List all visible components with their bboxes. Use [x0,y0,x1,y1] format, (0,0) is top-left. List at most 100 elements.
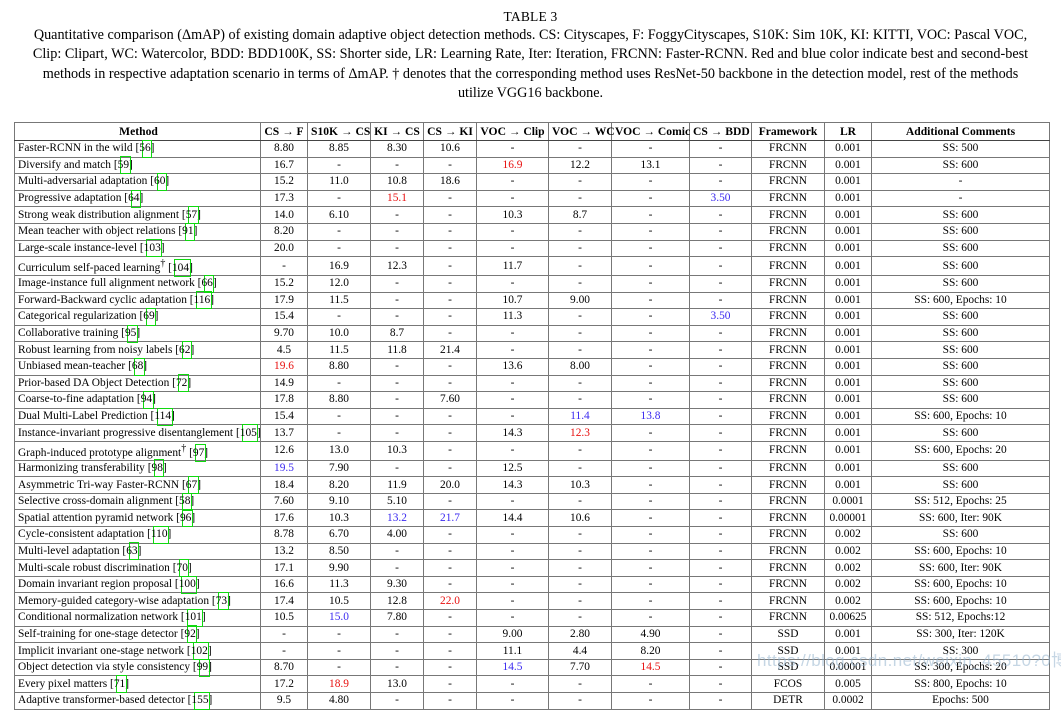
score-cell: 17.8 [260,391,308,409]
column-header-cs-bdd: CS → BDD [689,122,752,141]
score-cell: - [611,542,690,561]
score-cell: - [689,609,752,627]
learning-rate-cell: 0.002 [824,559,872,577]
score-cell: - [476,274,549,293]
table-row: Implicit invariant one-stage network [10… [14,642,1050,661]
citation-reference: 102 [191,642,210,661]
citation-reference: 98 [152,459,165,478]
score-cell: - [548,341,612,359]
score-cell: - [689,658,752,677]
score-cell: - [307,156,371,175]
table-row: Mean teacher with object relations [91] 8… [14,222,1050,241]
framework-cell: FRCNN [751,274,825,293]
citation-number: 73 [215,594,228,607]
table-row: Adaptive transformer-based detector [155… [14,691,1050,710]
score-cell: - [476,341,549,359]
citation-number: 70 [176,561,188,574]
citation-number: 100 [178,578,196,591]
table-row: Multi-adversarial adaptation [60] 15.2 11.… [14,172,1050,191]
method-label: Strong weak distribution alignment [18,208,180,221]
method-label: Categorical regularization [18,310,137,323]
score-cell: - [423,357,477,376]
score-cell: 22.0 [423,592,477,611]
method-name-cell: Prior-based DA Object Detection [72] [14,374,261,393]
citation-number: 155 [191,694,209,707]
learning-rate-cell: 0.00001 [824,658,872,677]
score-cell: - [476,692,549,710]
score-cell: 17.9 [260,291,308,310]
score-cell: 13.7 [260,424,308,442]
additional-comments-cell: SS: 600 [871,391,1050,409]
learning-rate-cell: 0.002 [824,526,872,544]
score-cell: - [423,324,477,343]
framework-cell: SSD [751,642,825,660]
score-cell: 17.4 [260,592,308,611]
score-cell: - [423,156,477,175]
score-cell: - [611,476,690,494]
method-label: Graph-induced prototype alignment [18,446,182,459]
score-cell: 11.5 [307,291,371,310]
table-row: Cycle-consistent adaptation [110] 8.78 6.7… [14,525,1050,544]
score-cell: 10.3 [370,440,424,461]
score-cell: 20.0 [423,476,477,494]
method-label: Collaborative training [18,327,119,340]
table-row: Memory-guided category-wise adaptation [… [14,592,1050,611]
learning-rate-cell: 0.001 [824,374,872,393]
citation-reference: 95 [125,324,138,343]
score-cell: - [476,324,549,343]
score-cell: 8.20 [307,476,371,494]
citation-number: 56 [139,142,151,155]
citation-reference: 70 [176,559,190,578]
additional-comments-cell: SS: 800, Epochs: 10 [871,675,1050,693]
method-label: Diversify and match [18,158,111,171]
score-cell: - [548,492,612,511]
score-cell: - [611,308,690,326]
learning-rate-cell: 0.001 [824,642,872,660]
additional-comments-cell: SS: 600, Epochs: 20 [871,440,1050,461]
column-header-s10k-cs: S10K → CS [307,122,371,141]
citation-number: 67 [185,478,198,491]
score-cell: - [689,509,752,528]
framework-cell: FRCNN [751,559,825,577]
additional-comments-cell: SS: 600 [871,256,1050,276]
learning-rate-cell: 0.001 [824,206,872,224]
score-cell: 10.7 [476,291,549,310]
citation-number: 58 [179,495,191,508]
method-label: Curriculum self-paced learning [18,261,161,274]
method-name-cell: Selective cross-domain alignment [58] [14,492,261,511]
additional-comments-cell: SS: 600 [871,222,1050,241]
learning-rate-cell: 0.001 [824,140,872,158]
score-cell: 13.0 [307,440,371,461]
table-caption-text: Quantitative comparison (ΔmAP) of existi… [32,27,1029,102]
table-row: Harmonizing transferability [98] 19.5 7.90… [14,459,1050,478]
table-row: Asymmetric Tri-way Faster-RCNN [67] 18.4 8… [14,476,1050,495]
score-cell: - [611,440,690,461]
table-row: Strong weak distribution alignment [57] 1… [14,206,1050,225]
score-cell: - [423,542,477,561]
framework-cell: FRCNN [751,324,825,343]
citation-reference: 57 [186,206,199,225]
score-cell: - [689,575,752,594]
framework-cell: FRCNN [751,509,825,528]
score-cell: 18.4 [260,476,308,494]
score-cell: 18.6 [423,173,477,191]
score-cell: - [423,575,477,594]
additional-comments-cell: Epochs: 500 [871,692,1050,710]
citation-reference: 72 [176,374,189,393]
method-name-cell: Multi-scale robust discrimination [70] [14,559,261,578]
score-cell: - [689,206,752,224]
framework-cell: DETR [751,692,825,710]
score-cell: 8.78 [260,526,308,544]
score-cell: 11.5 [307,341,371,359]
score-cell: 9.00 [476,625,549,644]
method-label: Object detection via style consistency [18,661,191,674]
citation-number: 59 [117,158,130,171]
score-cell: - [370,459,424,478]
score-cell: - [689,173,752,191]
score-cell: - [476,575,549,594]
score-cell: 13.1 [611,156,690,175]
score-cell: - [689,559,752,577]
score-cell: 10.0 [307,324,371,343]
score-cell: - [689,692,752,710]
additional-comments-cell: SS: 600 [871,206,1050,224]
